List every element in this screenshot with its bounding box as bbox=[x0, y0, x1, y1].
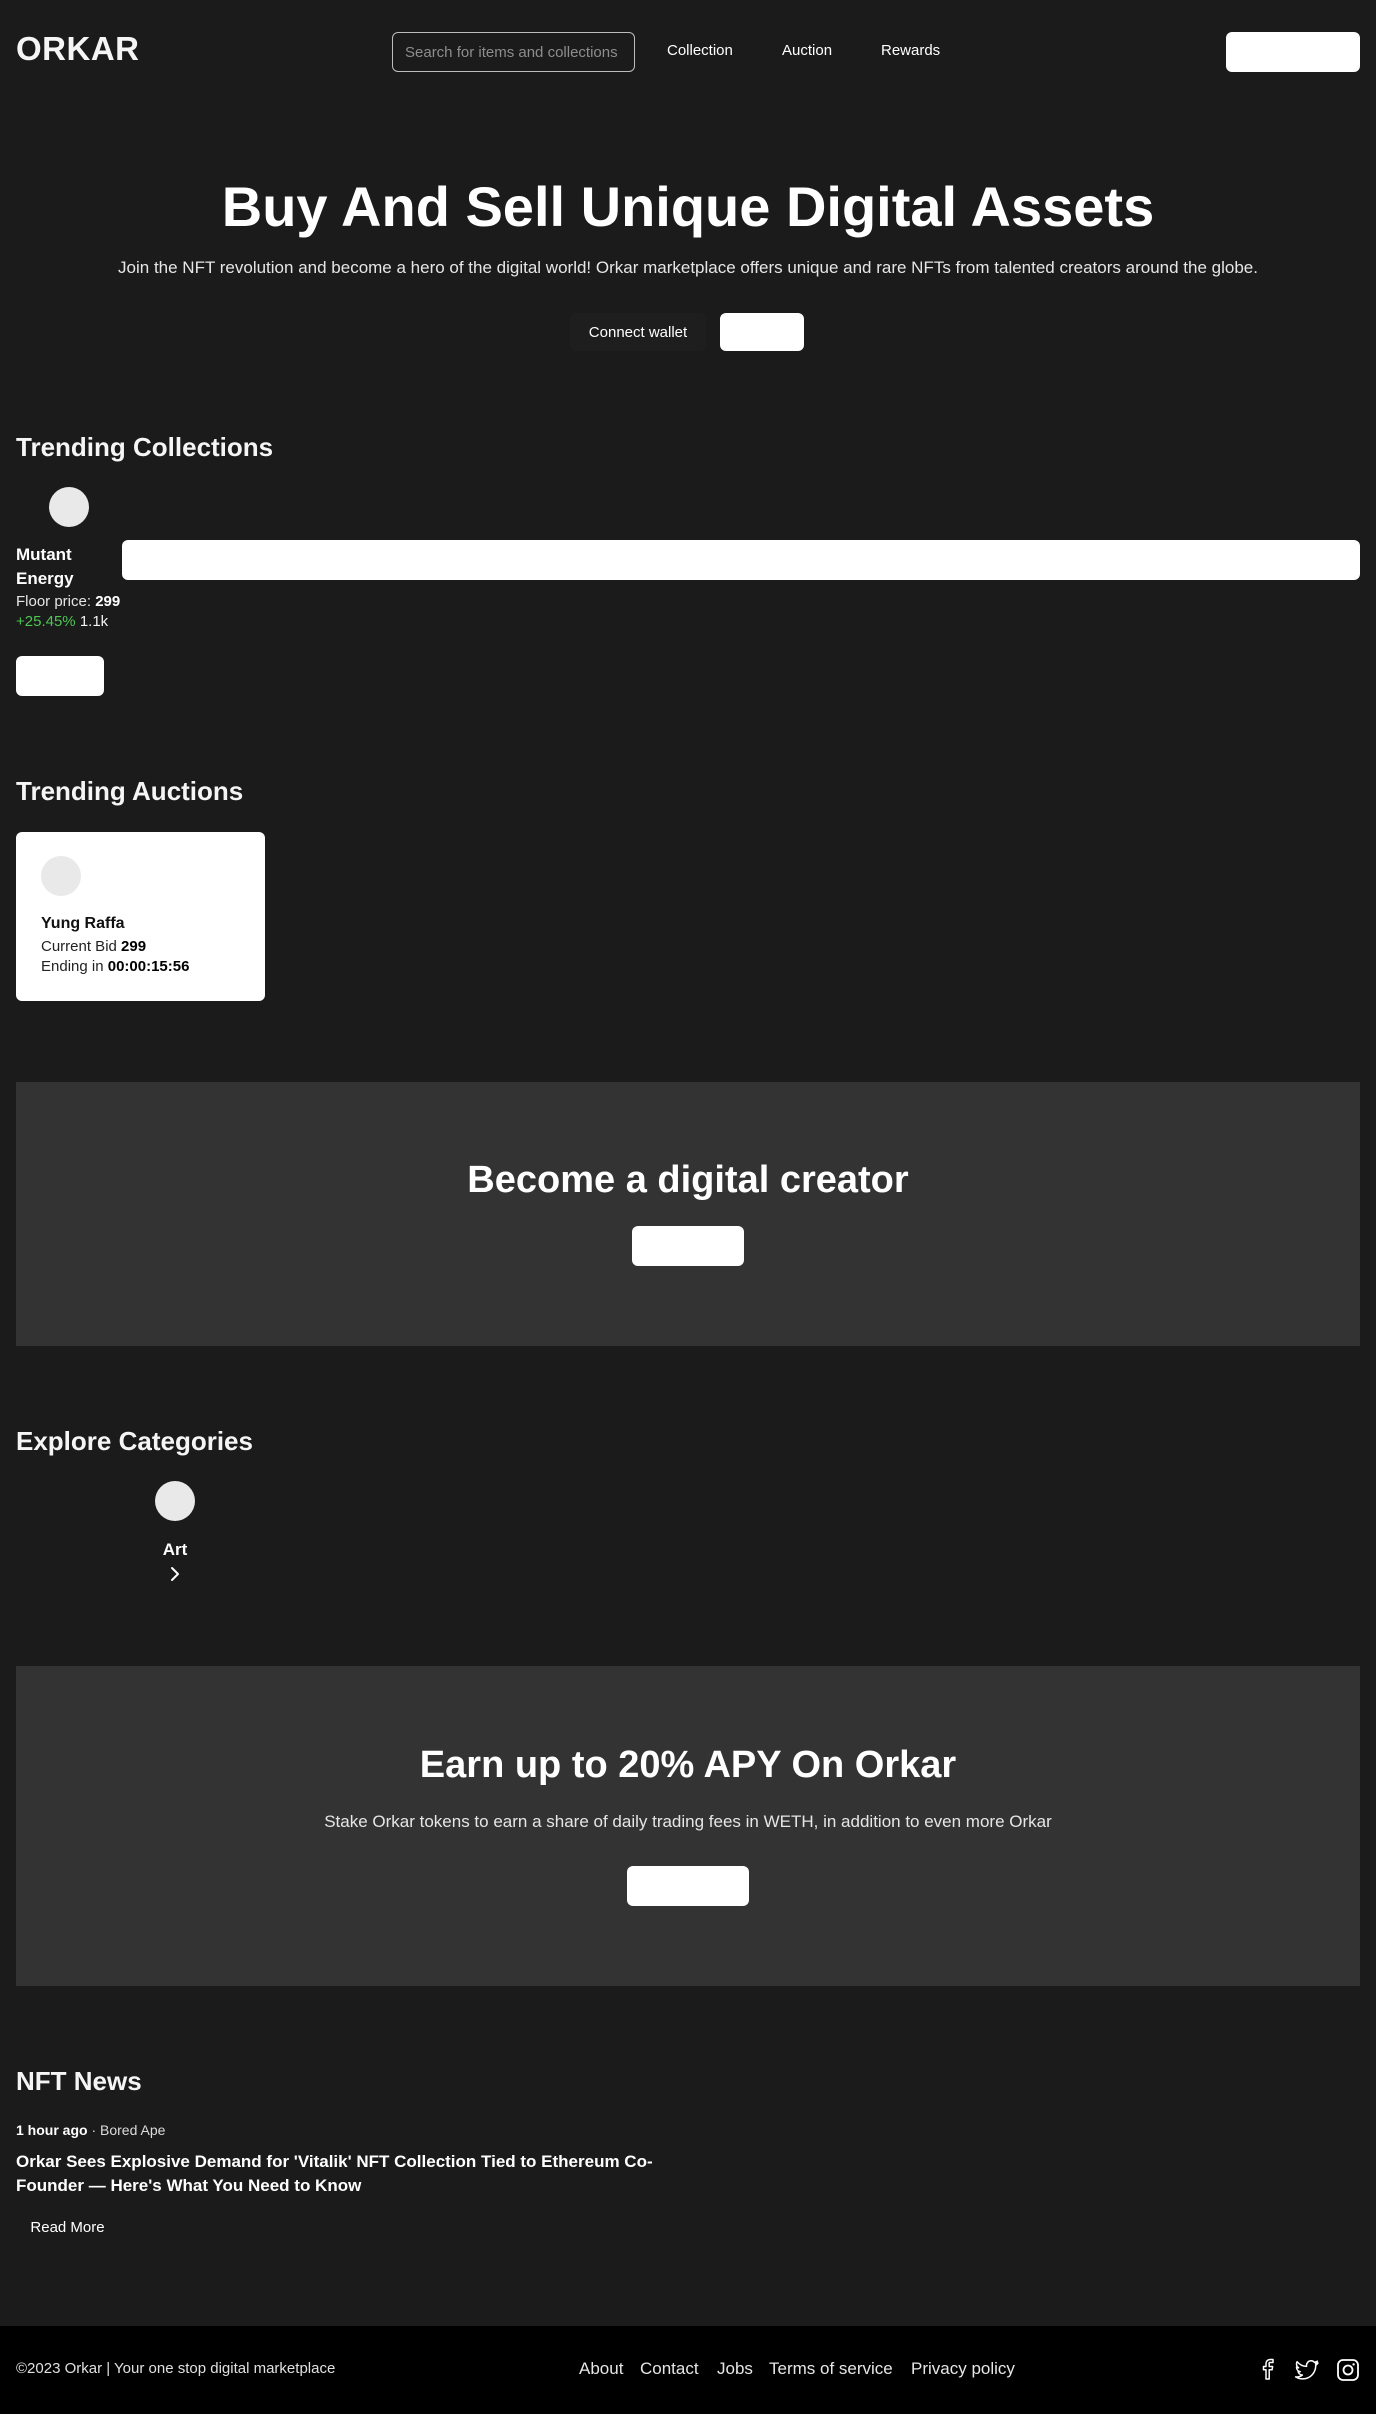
twitter-icon[interactable] bbox=[1294, 2358, 1320, 2382]
search-input[interactable] bbox=[392, 32, 635, 72]
instagram-icon[interactable] bbox=[1336, 2358, 1360, 2382]
nav-auction[interactable]: Auction bbox=[782, 42, 832, 59]
hero-secondary-button[interactable] bbox=[720, 313, 804, 351]
header-action-button[interactable] bbox=[1226, 32, 1360, 72]
news-time: 1 hour ago bbox=[16, 2122, 88, 2138]
nft-news-title: NFT News bbox=[16, 2066, 142, 2096]
auction-ending: Ending in 00:00:15:56 bbox=[41, 958, 189, 975]
footer-link-jobs[interactable]: Jobs bbox=[717, 2359, 753, 2379]
ending-countdown: 00:00:15:56 bbox=[107, 958, 190, 975]
footer-copyright: ©2023 Orkar | Your one stop digital mark… bbox=[16, 2360, 336, 2377]
hero-subtitle: Join the NFT revolution and become a her… bbox=[118, 258, 1258, 277]
footer-link-terms[interactable]: Terms of service bbox=[769, 2359, 893, 2379]
collection-stats: +25.45% 1.1k bbox=[16, 613, 108, 630]
nav-collection[interactable]: Collection bbox=[667, 42, 733, 59]
footer-link-contact[interactable]: Contact bbox=[640, 2359, 699, 2379]
apy-banner-title: Earn up to 20% APY On Orkar bbox=[419, 1744, 957, 1786]
floor-price-value: 299 bbox=[95, 593, 121, 610]
collection-volume: 1.1k bbox=[79, 613, 109, 630]
creator-banner-button[interactable] bbox=[632, 1226, 744, 1266]
apy-banner-button[interactable] bbox=[627, 1866, 749, 1906]
apy-banner-subtitle: Stake Orkar tokens to earn a share of da… bbox=[324, 1812, 1052, 1831]
ending-label: Ending in bbox=[41, 958, 104, 975]
category-art-icon bbox=[155, 1481, 195, 1521]
collection-view-button[interactable] bbox=[16, 656, 104, 696]
creator-banner: Become a digital creator bbox=[16, 1082, 1360, 1346]
explore-categories-title: Explore Categories bbox=[16, 1426, 253, 1456]
trending-auctions-title: Trending Auctions bbox=[16, 776, 244, 806]
creator-banner-title: Become a digital creator bbox=[467, 1159, 909, 1201]
read-more-button[interactable]: Read More bbox=[16, 2210, 119, 2244]
footer-link-about[interactable]: About bbox=[579, 2359, 623, 2379]
hero-title: Buy And Sell Unique Digital Assets bbox=[221, 175, 1155, 238]
nav-rewards[interactable]: Rewards bbox=[881, 42, 940, 59]
connect-wallet-button[interactable]: Connect wallet bbox=[570, 313, 706, 351]
news-meta: 1 hour ago · Bored Ape bbox=[16, 2122, 166, 2138]
auction-name: Yung Raffa bbox=[41, 915, 125, 932]
collection-preview-bar[interactable] bbox=[122, 540, 1360, 580]
logo[interactable]: ORKAR bbox=[16, 30, 140, 68]
current-bid-value: 299 bbox=[121, 938, 147, 955]
auction-avatar bbox=[41, 856, 81, 896]
category-art-label[interactable]: Art bbox=[140, 1540, 210, 1560]
auction-card[interactable]: Yung Raffa Current Bid 299 Ending in 00:… bbox=[16, 832, 265, 1001]
chevron-right-icon[interactable] bbox=[166, 1565, 184, 1583]
collection-name[interactable]: Mutant Energy bbox=[16, 543, 106, 591]
news-headline[interactable]: Orkar Sees Explosive Demand for 'Vitalik… bbox=[16, 2150, 656, 2198]
collection-floor-price: Floor price: 299 bbox=[16, 593, 120, 610]
collection-change: +25.45% bbox=[16, 613, 76, 630]
news-source: Bored Ape bbox=[100, 2122, 166, 2138]
facebook-icon[interactable] bbox=[1256, 2358, 1280, 2382]
collection-avatar bbox=[49, 487, 89, 527]
auction-current-bid: Current Bid 299 bbox=[41, 938, 146, 955]
footer-link-privacy[interactable]: Privacy policy bbox=[911, 2359, 1015, 2379]
floor-price-label: Floor price: bbox=[16, 593, 92, 610]
current-bid-label: Current Bid bbox=[41, 938, 117, 955]
footer: ©2023 Orkar | Your one stop digital mark… bbox=[0, 2326, 1376, 2414]
trending-collections-title: Trending Collections bbox=[16, 432, 274, 462]
apy-banner: Earn up to 20% APY On Orkar Stake Orkar … bbox=[16, 1666, 1360, 1986]
